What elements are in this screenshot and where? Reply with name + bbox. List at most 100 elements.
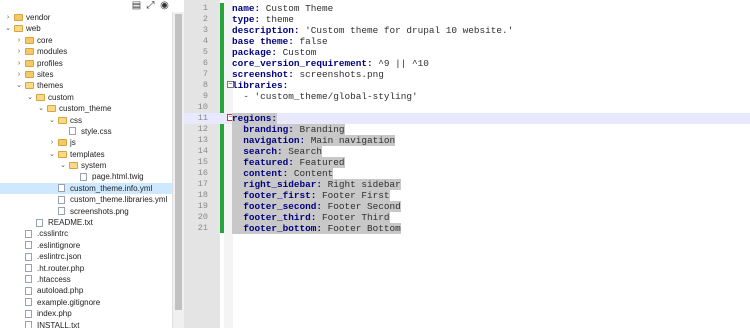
code-line[interactable]: 17 right_sidebar: Right sidebar xyxy=(184,179,750,190)
tree-file[interactable]: .htaccess xyxy=(0,274,172,285)
code-line[interactable]: 15 featured: Featured xyxy=(184,157,750,168)
code-line[interactable]: 21 footer_bottom: Footer Bottom xyxy=(184,223,750,234)
code-line[interactable]: 5 package: Custom xyxy=(184,47,750,58)
code-text: search: Search xyxy=(232,146,323,157)
tree-item-label: screenshots.png xyxy=(70,206,129,216)
code-line[interactable]: 16 content: Content xyxy=(184,168,750,179)
line-number: 5 xyxy=(202,47,208,57)
yaml-value: Footer Third xyxy=(316,212,390,223)
yaml-value: ^9 || ^10 xyxy=(372,58,429,69)
line-number: 17 xyxy=(197,179,208,189)
tree-item-label: .eslintrc.json xyxy=(37,252,82,262)
line-number: 19 xyxy=(197,201,208,211)
tree-file[interactable]: INSTALL.txt xyxy=(0,320,172,328)
code-line[interactable]: 12 branding: Branding xyxy=(184,124,750,135)
code-line[interactable]: 10 xyxy=(184,102,750,113)
folder-icon xyxy=(25,59,34,67)
tree-file[interactable]: page.html.twig xyxy=(0,171,172,182)
tree-folder[interactable]: › sites xyxy=(0,69,172,80)
code-text: - 'custom_theme/global-styling' xyxy=(232,91,418,102)
tree-folder[interactable]: ⌄ custom_theme xyxy=(0,103,172,114)
tree-item-label: profiles xyxy=(37,58,63,68)
tree-file[interactable]: .csslintrc xyxy=(0,228,172,239)
code-line[interactable]: 8− libraries: xyxy=(184,80,750,91)
tree-item-label: themes xyxy=(37,81,64,91)
file-tree-panel: ▤ ⤢ ◉ › vendor ⌄ web › core › modules › profiles ›… xyxy=(0,0,185,328)
yaml-value: false xyxy=(293,36,328,47)
code-text: footer_second: Footer Second xyxy=(232,201,401,212)
line-number: 7 xyxy=(202,69,208,79)
code-line[interactable]: 20 footer_third: Footer Third xyxy=(184,212,750,223)
tree-file[interactable]: README.txt xyxy=(0,217,172,228)
code-line[interactable]: 9 - 'custom_theme/global-styling' xyxy=(184,91,750,102)
file-icon xyxy=(58,195,65,204)
yaml-key: package: xyxy=(232,47,278,58)
chevron-right-icon[interactable]: › xyxy=(15,58,23,69)
tree-file[interactable]: .eslintrc.json xyxy=(0,251,172,262)
chevron-down-icon[interactable]: ⌄ xyxy=(26,92,34,103)
code-line[interactable]: 7 screenshot: screenshots.png xyxy=(184,69,750,80)
locate-icon[interactable]: ◉ xyxy=(159,0,170,11)
tree-file[interactable]: custom_theme.libraries.yml xyxy=(0,194,172,205)
collapse-all-icon[interactable]: ▤ xyxy=(131,0,142,11)
code-line[interactable]: 19 footer_second: Footer Second xyxy=(184,201,750,212)
tree-file[interactable]: style.css xyxy=(0,126,172,137)
code-editor[interactable]: 1 name: Custom Theme 2 type: theme 3 descript… xyxy=(184,0,750,328)
chevron-down-icon[interactable]: ⌄ xyxy=(15,80,23,91)
code-line[interactable]: 18 footer_first: Footer First xyxy=(184,190,750,201)
tree-file[interactable]: autoload.php xyxy=(0,285,172,296)
tree-folder[interactable]: ⌄ themes xyxy=(0,80,172,91)
code-line[interactable]: 3 description: 'Custom theme for drupal 1… xyxy=(184,25,750,36)
chevron-right-icon[interactable]: › xyxy=(4,12,12,23)
tree-folder[interactable]: ⌄ templates xyxy=(0,149,172,160)
tree-folder[interactable]: ⌄ custom xyxy=(0,92,172,103)
tree-folder[interactable]: › profiles xyxy=(0,58,172,69)
tree-file[interactable]: .eslintignore xyxy=(0,240,172,251)
chevron-right-icon[interactable]: › xyxy=(15,46,23,57)
line-number: 2 xyxy=(202,14,208,24)
code-line[interactable]: 6 core_version_requirement: ^9 || ^10 xyxy=(184,58,750,69)
chevron-down-icon[interactable]: ⌄ xyxy=(37,103,45,114)
file-icon xyxy=(80,172,87,181)
tree-file[interactable]: index.php xyxy=(0,308,172,319)
chevron-right-icon[interactable]: › xyxy=(15,69,23,80)
yaml-value: - 'custom_theme/global-styling' xyxy=(232,91,418,102)
code-text: content: Content xyxy=(232,168,334,179)
tree-scrollbar[interactable] xyxy=(172,12,184,328)
tree-file[interactable]: example.gitignore xyxy=(0,297,172,308)
tree-item-label: custom_theme xyxy=(59,104,112,114)
tree-folder[interactable]: › vendor xyxy=(0,12,172,23)
tree-file[interactable]: screenshots.png xyxy=(0,206,172,217)
yaml-value: Custom Theme xyxy=(260,3,334,14)
tree-file[interactable]: custom_theme.info.yml xyxy=(0,182,172,195)
tree-folder[interactable]: ⌄ css xyxy=(0,115,172,126)
code-line[interactable]: 1 name: Custom Theme xyxy=(184,3,750,14)
yaml-key: content: xyxy=(232,168,289,179)
code-line[interactable]: 11− regions: xyxy=(184,113,750,124)
file-icon xyxy=(69,127,76,136)
tree-folder[interactable]: ⌄ web xyxy=(0,23,172,34)
code-text: regions: xyxy=(232,113,278,124)
tree-file[interactable]: .ht.router.php xyxy=(0,263,172,274)
code-line[interactable]: 2 type: theme xyxy=(184,14,750,25)
chevron-down-icon[interactable]: ⌄ xyxy=(4,23,12,34)
chevron-down-icon[interactable]: ⌄ xyxy=(48,115,56,126)
tree-scrollbar-thumb[interactable] xyxy=(175,14,182,310)
yaml-value: Featured xyxy=(293,157,345,168)
tree-folder[interactable]: › core xyxy=(0,35,172,46)
yaml-value: theme xyxy=(260,14,294,25)
tree-item-label: example.gitignore xyxy=(37,297,101,307)
tree-folder[interactable]: › js xyxy=(0,137,172,148)
tree-item-label: templates xyxy=(70,149,105,159)
expand-icon[interactable]: ⤢ xyxy=(145,0,156,11)
chevron-right-icon[interactable]: › xyxy=(15,35,23,46)
code-line[interactable]: 4 base theme: false xyxy=(184,36,750,47)
code-line[interactable]: 13 navigation: Main navigation xyxy=(184,135,750,146)
chevron-down-icon[interactable]: ⌄ xyxy=(48,149,56,160)
tree-folder[interactable]: › modules xyxy=(0,46,172,57)
code-line[interactable]: 14 search: Search xyxy=(184,146,750,157)
chevron-down-icon[interactable]: ⌄ xyxy=(59,160,67,171)
tree-folder[interactable]: ⌄ system xyxy=(0,160,172,171)
line-number: 12 xyxy=(197,124,208,134)
chevron-right-icon[interactable]: › xyxy=(48,137,56,148)
